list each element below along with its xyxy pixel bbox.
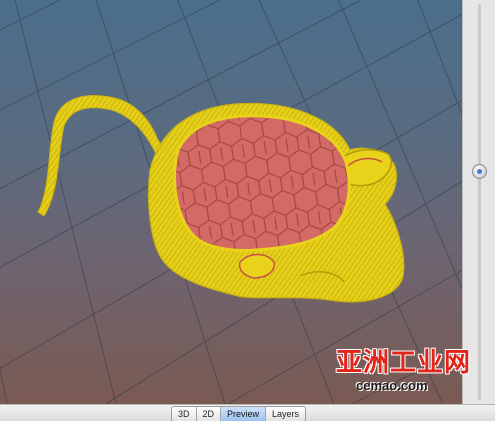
tab-layers[interactable]: Layers: [266, 407, 305, 421]
watermark-brand: 亚洲工业网: [336, 347, 472, 377]
tab-preview[interactable]: Preview: [221, 407, 267, 421]
layer-slider-track[interactable]: [478, 4, 481, 400]
view-mode-segmented-control: 3D 2D Preview Layers: [171, 406, 307, 421]
layer-slider-handle[interactable]: [472, 164, 487, 180]
model-tail: [37, 95, 167, 217]
tab-3d[interactable]: 3D: [172, 407, 197, 421]
slicer-preview-window: 亚洲工业网 cemao.com 3D 2D Preview Layers: [0, 0, 495, 421]
model-infill: [173, 114, 351, 252]
view-mode-bar: 3D 2D Preview Layers: [0, 404, 495, 421]
tab-2d[interactable]: 2D: [197, 407, 222, 421]
watermark: 亚洲工业网 cemao.com: [336, 342, 486, 398]
watermark-url: cemao.com: [356, 378, 428, 393]
